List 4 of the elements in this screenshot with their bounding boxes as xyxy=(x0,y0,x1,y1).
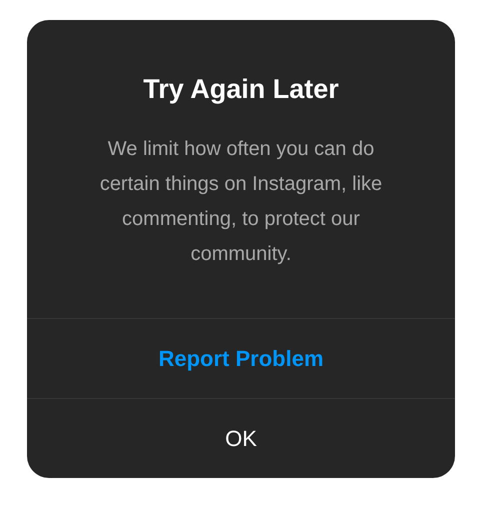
dialog-title: Try Again Later xyxy=(142,73,340,106)
dialog-message: We limit how often you can do certain things on Instagram, like commenting, to protect our community. xyxy=(98,137,384,267)
report-problem-button[interactable]: Report Problem xyxy=(27,318,455,398)
ok-button[interactable]: OK xyxy=(27,398,455,478)
